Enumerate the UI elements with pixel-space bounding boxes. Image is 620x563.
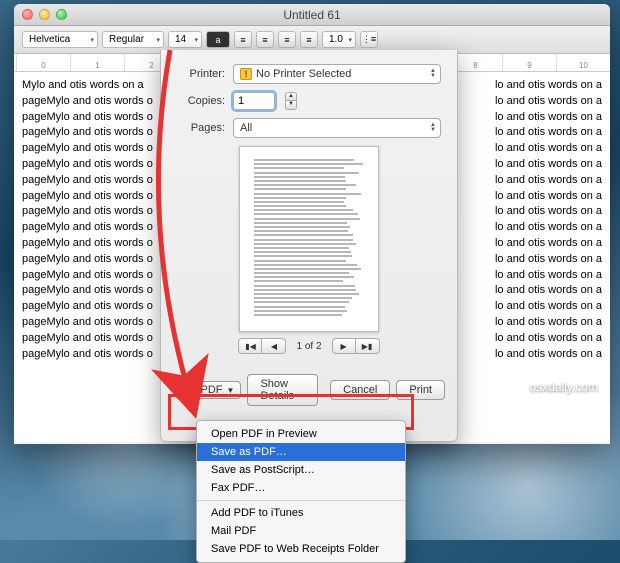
help-icon: ?	[177, 384, 184, 396]
chevron-updown-icon: ▲▼	[430, 123, 436, 133]
pdf-dropdown-button[interactable]: PDF ▼	[194, 381, 242, 399]
printer-select[interactable]: ! No Printer Selected ▲▼	[233, 64, 441, 84]
traffic-lights	[22, 9, 67, 20]
cancel-button[interactable]: Cancel	[330, 380, 390, 400]
font-family-select[interactable]: Helvetica ▾	[22, 31, 98, 48]
warning-icon: !	[240, 68, 252, 80]
watermark-text: osxdaily.com	[530, 380, 598, 394]
menu-item[interactable]: Open PDF in Preview	[197, 425, 405, 443]
pages-label: Pages:	[177, 122, 225, 134]
font-style-value: Regular	[109, 34, 144, 45]
chevron-down-icon: ▾	[194, 36, 198, 44]
ruler-tick: 1	[70, 54, 124, 71]
text-color-button[interactable]: a	[206, 31, 230, 48]
preview-page	[239, 146, 379, 332]
print-button[interactable]: Print	[396, 380, 445, 400]
prev-page-button[interactable]: ◀	[262, 338, 286, 354]
chevron-down-icon: ▾	[156, 36, 160, 44]
font-style-select[interactable]: Regular ▾	[102, 31, 164, 48]
menu-separator	[197, 500, 405, 501]
line-spacing-value: 1.0	[329, 34, 343, 45]
align-justify-button[interactable]: ≡	[300, 31, 318, 48]
pages-select[interactable]: All ▲▼	[233, 118, 441, 138]
menu-item[interactable]: Fax PDF…	[197, 479, 405, 497]
copies-input[interactable]	[233, 92, 275, 110]
font-family-value: Helvetica	[29, 34, 70, 45]
font-size-select[interactable]: 14 ▾	[168, 31, 202, 48]
zoom-button[interactable]	[56, 9, 67, 20]
align-right-button[interactable]: ≡	[278, 31, 296, 48]
print-dialog: Printer: ! No Printer Selected ▲▼ Copies…	[160, 50, 458, 442]
list-button[interactable]: ⋮≡	[360, 31, 378, 48]
show-details-button[interactable]: Show Details	[247, 374, 318, 406]
menu-item[interactable]: Save PDF to Web Receipts Folder	[197, 540, 405, 558]
pdf-dropdown-menu: Open PDF in PreviewSave as PDF…Save as P…	[196, 420, 406, 563]
ruler-tick: 0	[16, 54, 70, 71]
first-page-button[interactable]: ▮◀	[238, 338, 262, 354]
menu-item[interactable]: Save as PDF…	[197, 443, 405, 461]
help-button[interactable]: ?	[173, 380, 188, 400]
print-dialog-footer: ? PDF ▼ Show Details Cancel Print	[161, 374, 457, 416]
printer-value: No Printer Selected	[256, 68, 351, 80]
stepper-up-icon[interactable]: ▲	[285, 92, 297, 101]
ruler-tick: 9	[502, 54, 556, 71]
menu-item[interactable]: Mail PDF	[197, 522, 405, 540]
font-size-value: 14	[175, 34, 186, 45]
chevron-down-icon: ▾	[348, 36, 352, 44]
preview-pager: ▮◀ ◀ 1 of 2 ▶ ▶▮	[177, 338, 441, 354]
copies-stepper[interactable]: ▲ ▼	[285, 92, 297, 110]
align-left-button[interactable]: ≡	[234, 31, 252, 48]
line-spacing-select[interactable]: 1.0 ▾	[322, 31, 356, 48]
chevron-down-icon: ▼	[227, 386, 235, 395]
minimize-button[interactable]	[39, 9, 50, 20]
ruler-tick: 10	[556, 54, 610, 71]
chevron-down-icon: ▾	[90, 36, 94, 44]
close-button[interactable]	[22, 9, 33, 20]
stepper-down-icon[interactable]: ▼	[285, 101, 297, 110]
window-title: Untitled 61	[283, 8, 340, 22]
next-page-button[interactable]: ▶	[332, 338, 356, 354]
printer-label: Printer:	[177, 68, 225, 80]
last-page-button[interactable]: ▶▮	[356, 338, 380, 354]
align-center-button[interactable]: ≡	[256, 31, 274, 48]
menu-item[interactable]: Save as PostScript…	[197, 461, 405, 479]
pdf-button-label: PDF	[201, 384, 223, 396]
pages-value: All	[240, 122, 252, 134]
window-titlebar[interactable]: Untitled 61	[14, 4, 610, 26]
copies-label: Copies:	[177, 95, 225, 107]
menu-item[interactable]: Add PDF to iTunes	[197, 504, 405, 522]
chevron-updown-icon: ▲▼	[430, 69, 436, 79]
print-preview	[177, 146, 441, 332]
pager-text: 1 of 2	[296, 341, 321, 352]
